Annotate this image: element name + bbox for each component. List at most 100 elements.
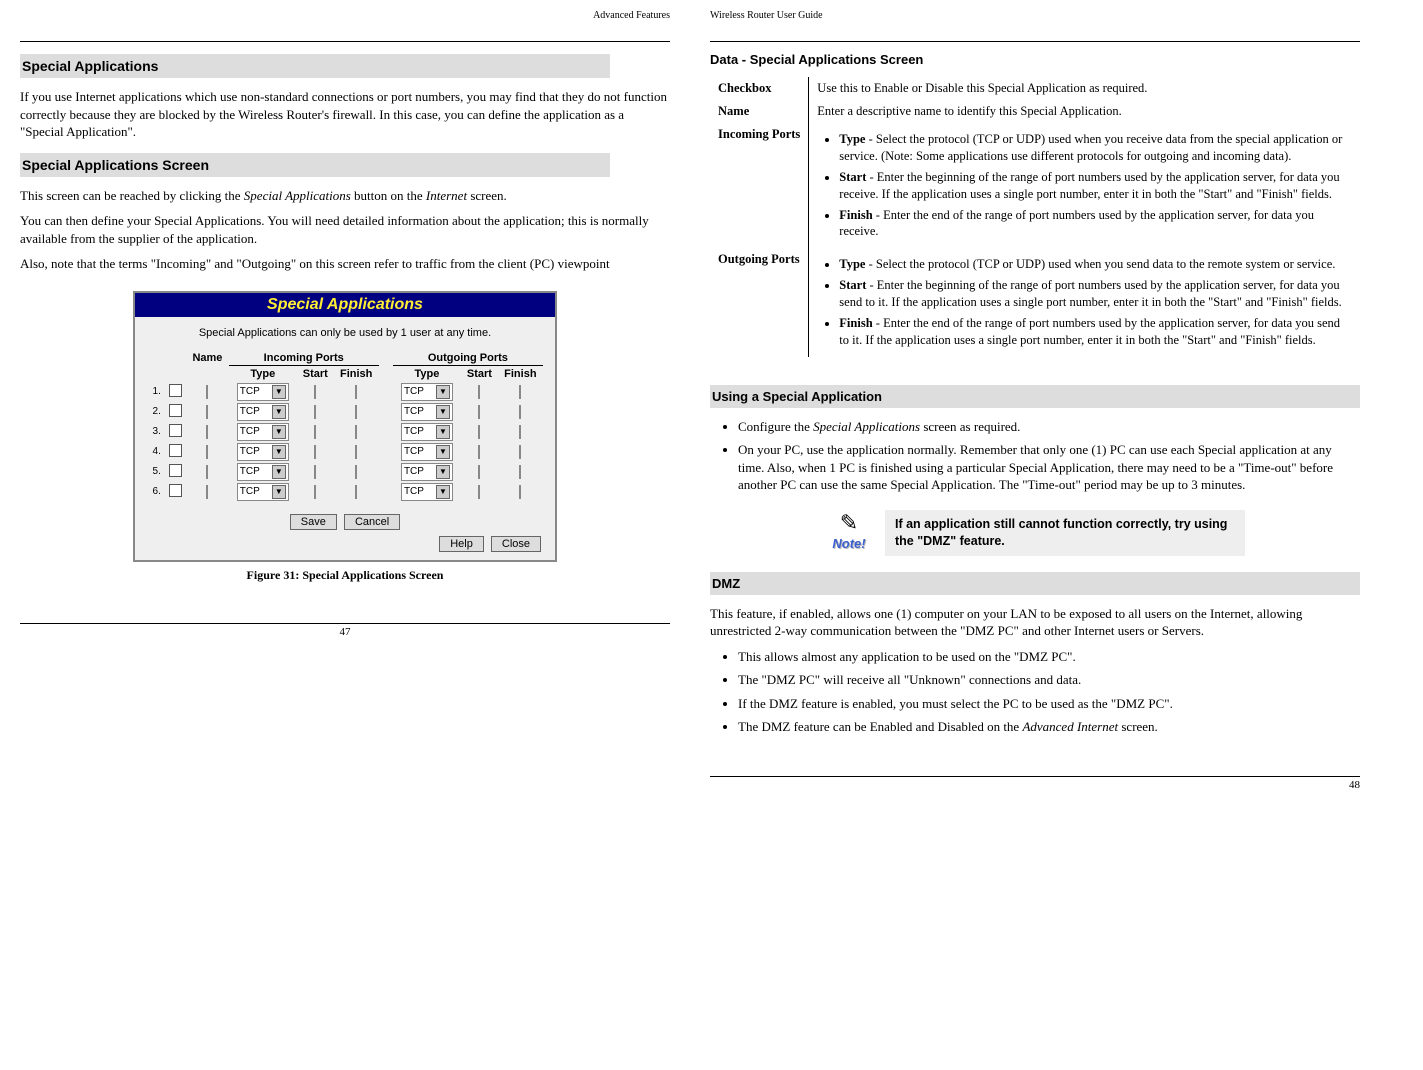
note-box: ✎ Note! If an application still cannot f… xyxy=(825,510,1245,556)
name-input[interactable] xyxy=(206,425,208,439)
outgoing-start-input[interactable] xyxy=(478,485,480,499)
outgoing-type-select[interactable]: TCP▼ xyxy=(401,403,453,421)
note-text: If an application still cannot function … xyxy=(885,510,1245,556)
page-number-left: 47 xyxy=(20,623,670,638)
outgoing-finish-input[interactable] xyxy=(519,425,521,439)
using-step-1: Configure the Special Applications scree… xyxy=(738,418,1360,436)
outgoing-start: Start - Enter the beginning of the range… xyxy=(839,277,1352,311)
outgoing-type-select[interactable]: TCP▼ xyxy=(401,443,453,461)
name-input[interactable] xyxy=(206,465,208,479)
chevron-down-icon: ▼ xyxy=(272,405,286,419)
table-row: 2.TCP▼TCP▼ xyxy=(147,402,543,422)
figure-caption: Figure 31: Special Applications Screen xyxy=(20,568,670,583)
dmz-paragraph: This feature, if enabled, allows one (1)… xyxy=(710,605,1360,640)
incoming-start-input[interactable] xyxy=(314,485,316,499)
outgoing-finish: Finish - Enter the end of the range of p… xyxy=(839,315,1352,349)
using-step-2: On your PC, use the application normally… xyxy=(738,441,1360,494)
table-row: 3. TCP▼ TCP▼ xyxy=(147,422,543,442)
row-name-label: Name xyxy=(710,100,809,123)
incoming-finish-input[interactable] xyxy=(355,485,357,499)
note-label: Note! xyxy=(825,536,873,551)
heading-using: Using a Special Application xyxy=(710,385,1360,408)
incoming-finish-input[interactable] xyxy=(355,445,357,459)
incoming-start: Start - Enter the beginning of the range… xyxy=(839,169,1352,203)
outgoing-start-input[interactable] xyxy=(478,385,480,399)
outgoing-type-select[interactable]: TCP▼ xyxy=(401,463,453,481)
chevron-down-icon: ▼ xyxy=(436,405,450,419)
cancel-button[interactable]: Cancel xyxy=(344,514,400,530)
incoming-start-input[interactable] xyxy=(314,445,316,459)
incoming-start-input[interactable] xyxy=(314,425,316,439)
incoming-start-input[interactable] xyxy=(314,465,316,479)
outgoing-finish-input[interactable] xyxy=(519,385,521,399)
outgoing-finish-input[interactable] xyxy=(519,465,521,479)
outgoing-start-input[interactable] xyxy=(478,405,480,419)
incoming-type: Type - Select the protocol (TCP or UDP) … xyxy=(839,131,1352,165)
outgoing-start-input[interactable] xyxy=(478,425,480,439)
col-start-in: Start xyxy=(297,365,334,382)
chevron-down-icon: ▼ xyxy=(272,485,286,499)
incoming-start-input[interactable] xyxy=(314,405,316,419)
incoming-start-input[interactable] xyxy=(314,385,316,399)
chevron-down-icon: ▼ xyxy=(436,465,450,479)
row-checkbox[interactable] xyxy=(169,384,182,397)
row-checkbox[interactable] xyxy=(169,444,182,457)
row-name-desc: Enter a descriptive name to identify thi… xyxy=(809,100,1360,123)
row-index: 1. xyxy=(147,382,164,402)
name-input[interactable] xyxy=(206,445,208,459)
help-button[interactable]: Help xyxy=(439,536,484,552)
heading-special-applications: Special Applications xyxy=(20,54,670,78)
outgoing-start-input[interactable] xyxy=(478,465,480,479)
name-input[interactable] xyxy=(206,385,208,399)
save-button[interactable]: Save xyxy=(290,514,337,530)
outgoing-type-select[interactable]: TCP▼ xyxy=(401,483,453,501)
incoming-type-select[interactable]: TCP▼ xyxy=(237,463,289,481)
row-outgoing-label: Outgoing Ports xyxy=(710,248,809,356)
incoming-finish-input[interactable] xyxy=(355,425,357,439)
note-pen-icon: ✎ xyxy=(825,510,873,536)
chevron-down-icon: ▼ xyxy=(272,425,286,439)
outgoing-type-select[interactable]: TCP▼ xyxy=(401,383,453,401)
outgoing-finish-input[interactable] xyxy=(519,445,521,459)
header-left: Advanced Features xyxy=(20,10,670,21)
incoming-type-select[interactable]: TCP▼ xyxy=(237,443,289,461)
chevron-down-icon: ▼ xyxy=(436,485,450,499)
define-paragraph: You can then define your Special Applica… xyxy=(20,212,670,247)
heading-special-applications-screen: Special Applications Screen xyxy=(20,153,670,177)
row-index: 6. xyxy=(147,482,164,502)
dmz-bullet-1: This allows almost any application to be… xyxy=(738,648,1360,666)
incoming-type-select[interactable]: TCP▼ xyxy=(237,383,289,401)
name-input[interactable] xyxy=(206,485,208,499)
col-type-in: Type xyxy=(229,365,297,382)
incoming-type-select[interactable]: TCP▼ xyxy=(237,403,289,421)
intro-paragraph: If you use Internet applications which u… xyxy=(20,88,670,141)
row-incoming-label: Incoming Ports xyxy=(710,123,809,248)
page-right: Wireless Router User Guide Data - Specia… xyxy=(710,10,1360,791)
row-checkbox[interactable] xyxy=(169,424,182,437)
name-input[interactable] xyxy=(206,405,208,419)
table-row: 6. TCP▼ TCP▼ xyxy=(147,482,543,502)
row-index: 5. xyxy=(147,462,164,482)
col-name: Name xyxy=(186,351,228,366)
outgoing-finish-input[interactable] xyxy=(519,485,521,499)
incoming-type-select[interactable]: TCP▼ xyxy=(237,483,289,501)
incoming-type-select[interactable]: TCP▼ xyxy=(237,423,289,441)
incoming-finish-input[interactable] xyxy=(355,385,357,399)
incoming-finish-input[interactable] xyxy=(355,465,357,479)
outgoing-finish-input[interactable] xyxy=(519,405,521,419)
outgoing-type-select[interactable]: TCP▼ xyxy=(401,423,453,441)
row-checkbox[interactable] xyxy=(169,464,182,477)
close-button[interactable]: Close xyxy=(491,536,541,552)
chevron-down-icon: ▼ xyxy=(436,425,450,439)
chevron-down-icon: ▼ xyxy=(436,385,450,399)
screenshot-subtitle: Special Applications can only be used by… xyxy=(147,327,543,339)
page-left: Advanced Features Special Applications I… xyxy=(20,10,670,791)
row-index: 3. xyxy=(147,422,164,442)
outgoing-type: Type - Select the protocol (TCP or UDP) … xyxy=(839,256,1352,273)
col-outgoing: Outgoing Ports xyxy=(393,351,543,366)
row-checkbox[interactable] xyxy=(169,404,182,417)
incoming-finish-input[interactable] xyxy=(355,405,357,419)
heading-data: Data - Special Applications Screen xyxy=(710,52,1360,67)
row-checkbox[interactable] xyxy=(169,484,182,497)
outgoing-start-input[interactable] xyxy=(478,445,480,459)
